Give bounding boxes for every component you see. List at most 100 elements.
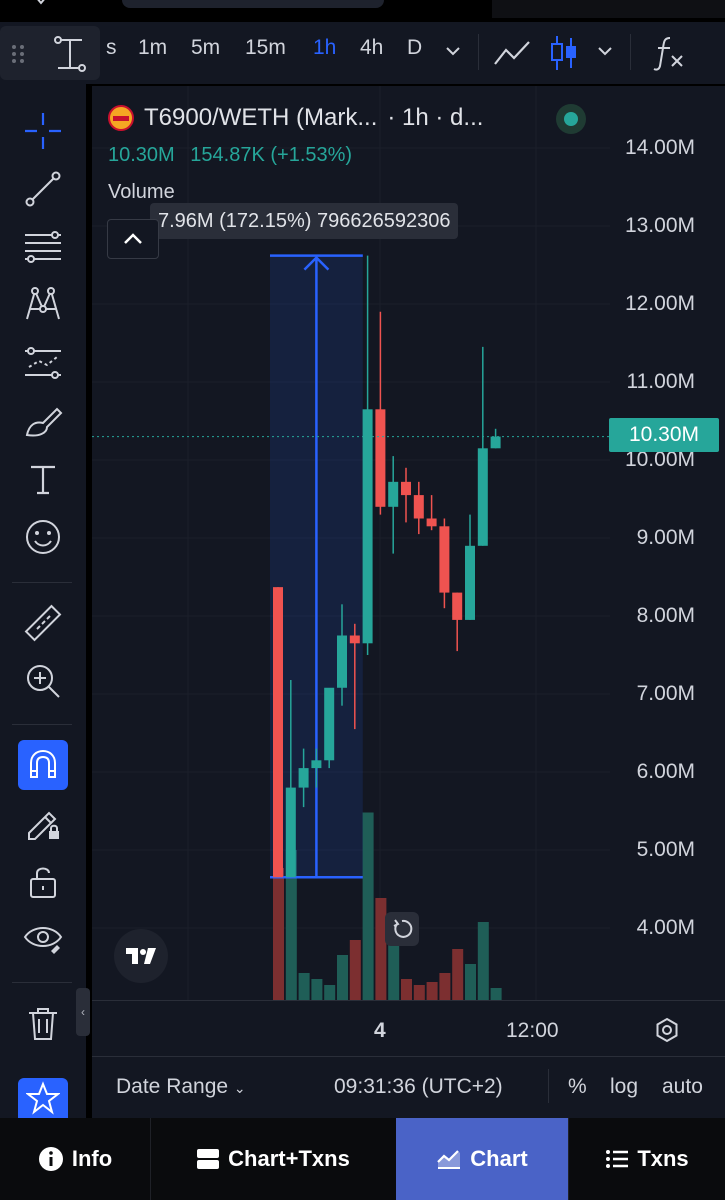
symbol-legend: T6900/WETH (Mark... · 1h · d... [108, 104, 483, 132]
magnet-icon [30, 749, 56, 778]
brush-tool[interactable] [18, 396, 68, 446]
text-tool[interactable] [18, 454, 68, 504]
timeframe-seconds[interactable]: s [106, 36, 117, 60]
auto-scale-toggle[interactable]: auto [662, 1075, 703, 1099]
volume-bar [439, 973, 451, 1000]
crosshair-tool[interactable] [18, 106, 68, 156]
sidebar-divider [12, 724, 72, 725]
favorites-tool[interactable] [18, 1078, 68, 1118]
top-panel [492, 0, 725, 18]
price-axis-label: 11.00M [626, 370, 696, 393]
symbol-name[interactable]: T6900/WETH (Mark... [144, 104, 377, 132]
candle-body [285, 787, 296, 878]
volume-bar [337, 955, 348, 1000]
chevron-down-icon[interactable] [596, 44, 614, 58]
candles-icon[interactable] [548, 34, 580, 72]
pattern-tool[interactable] [18, 280, 68, 330]
tab-chart-txns[interactable]: Chart+Txns [151, 1118, 395, 1200]
hide-drawings-tool[interactable] [18, 914, 68, 964]
brush-icon [25, 407, 63, 437]
address-pill [122, 0, 384, 8]
chart-bottom-bar: Date Range ⌄ 09:31:36 (UTC+2) % log auto [92, 1056, 725, 1118]
chevron-down-icon [37, 0, 45, 5]
trash-icon [29, 1008, 57, 1040]
reset-chart-button[interactable] [385, 912, 419, 946]
chevron-down-icon[interactable] [444, 44, 462, 58]
legend-collapse-button[interactable] [107, 219, 159, 259]
settings-icon[interactable] [654, 1017, 680, 1043]
candle-body [490, 436, 501, 449]
candle-body [477, 448, 488, 546]
chevron-left-icon: ‹ [81, 1005, 85, 1019]
volume-bar [465, 964, 476, 1000]
time-axis[interactable]: 4 12:00 [92, 1000, 725, 1056]
prediction-tool[interactable] [18, 338, 68, 388]
volume-bar [273, 868, 284, 1000]
price-axis-label: 13.00M [624, 214, 695, 237]
status-strip [0, 0, 725, 22]
price-axis-label: 6.00M [636, 760, 695, 783]
token-logo [108, 105, 134, 131]
percent-scale-toggle[interactable]: % [568, 1075, 587, 1099]
candle-body [426, 518, 437, 527]
chevron-up-icon [124, 233, 142, 244]
log-scale-toggle[interactable]: log [610, 1075, 638, 1099]
ruler-icon [24, 604, 62, 642]
candle-body [362, 409, 373, 644]
info-icon [38, 1147, 63, 1171]
clock-time[interactable]: 09:31:36 (UTC+2) [334, 1075, 503, 1099]
timeframe-4h[interactable]: 4h [360, 36, 383, 60]
tradingview-logo[interactable] [114, 929, 168, 983]
toolbar-divider [630, 34, 631, 70]
tab-info[interactable]: Info [0, 1118, 150, 1200]
candle-body [324, 687, 335, 761]
timeframe-d[interactable]: D [407, 36, 422, 60]
candle-body [349, 635, 360, 644]
candle-body [452, 592, 463, 620]
volume-bar [477, 922, 489, 1000]
volume-bar [311, 979, 323, 1000]
eye-icon [23, 927, 63, 954]
timeframe-1h[interactable]: 1h [313, 36, 336, 60]
indicators-fx-icon[interactable] [652, 34, 686, 72]
crosshair-icon [25, 113, 61, 149]
drawing-tools-sidebar [0, 84, 86, 1118]
candle-body [401, 481, 411, 496]
magnet-tool[interactable] [18, 740, 68, 790]
prediction-icon [25, 347, 61, 379]
volume-bar [362, 812, 374, 1000]
timeframe-15m[interactable]: 15m [245, 36, 286, 60]
chart-toolbar: s 1m 5m 15m 1h 4h D [0, 22, 725, 84]
volume-bar [324, 985, 336, 1000]
grip-icon [12, 45, 24, 63]
lock-drawing-tool[interactable] [18, 798, 68, 848]
date-range-button[interactable]: Date Range ⌄ [116, 1075, 246, 1099]
emoji-tool[interactable] [18, 512, 68, 562]
trendline-tool[interactable] [18, 164, 68, 214]
unlock-tool[interactable] [18, 856, 68, 906]
timeframe-1m[interactable]: 1m [138, 36, 167, 60]
timeframe-5m[interactable]: 5m [191, 36, 220, 60]
tab-txns-label: Txns [637, 1146, 689, 1171]
remove-drawings-tool[interactable] [18, 998, 68, 1048]
toolbar-handle[interactable] [0, 26, 100, 80]
price-axis-label: 9.00M [636, 526, 695, 549]
last-price-label: 10.30M [609, 418, 719, 452]
area-chart-icon [437, 1150, 461, 1169]
bottom-nav: Info Chart+Txns Chart Txns [0, 1118, 725, 1200]
volume-bar [375, 898, 387, 1000]
candle-body [465, 545, 475, 620]
chevron-down-icon: ⌄ [233, 1080, 246, 1096]
candle-body [439, 526, 450, 593]
zoom-in-tool[interactable] [18, 656, 68, 706]
price-axis-label: 8.00M [636, 604, 695, 627]
zoom-in-icon [27, 665, 60, 698]
trendline-icon [25, 171, 61, 207]
tab-txns[interactable]: Txns [569, 1118, 725, 1200]
line-chart-icon[interactable] [492, 36, 532, 70]
tab-chart[interactable]: Chart [396, 1118, 568, 1200]
chart-pane[interactable]: T6900/WETH (Mark... · 1h · d... 10.30M 1… [92, 86, 725, 1118]
fib-retracement-tool[interactable] [18, 222, 68, 272]
ruler-tool[interactable] [18, 598, 68, 648]
sidebar-collapse-tab[interactable]: ‹ [76, 988, 90, 1036]
